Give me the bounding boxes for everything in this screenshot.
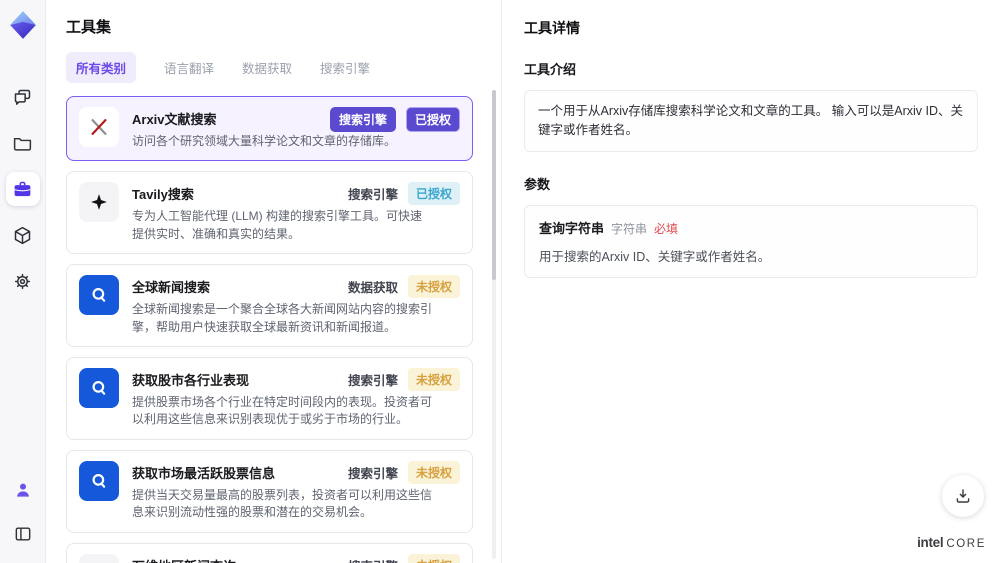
cube-icon: [14, 226, 31, 244]
param-type: 字符串: [611, 221, 648, 236]
list-scrollbar: [492, 90, 496, 559]
tab-translation[interactable]: 语言翻译: [164, 58, 214, 77]
unauthorized-badge: 未授权: [407, 367, 460, 391]
param-name: 查询字符串: [539, 220, 605, 236]
sidebar: [0, 0, 46, 563]
params-heading: 参数: [524, 176, 551, 192]
tavily-star-icon: [79, 182, 119, 223]
intel-core-logo: intel core: [917, 535, 986, 550]
unauthorized-badge: 未授权: [407, 553, 460, 563]
tab-all-categories[interactable]: 所有类别: [66, 52, 137, 83]
download-icon: [956, 489, 970, 503]
search-q-logo-icon: [79, 367, 119, 408]
panel-icon: [15, 527, 30, 541]
user-icon: [16, 483, 29, 497]
scrollbar-thumb[interactable]: [492, 90, 496, 280]
param-required-flag: 必填: [654, 221, 679, 236]
tool-card-sector-performance[interactable]: 获取股市各行业表现 提供股票市场各个行业在特定时间段内的表现。投资者可以利用这些…: [66, 356, 473, 440]
sidebar-item-profile[interactable]: [6, 473, 40, 507]
briefcase-icon: [14, 181, 31, 196]
sidebar-item-settings[interactable]: [6, 264, 40, 298]
authorized-badge: 已授权: [407, 182, 460, 206]
sidebar-item-chat[interactable]: [6, 80, 40, 114]
intro-heading: 工具介绍: [524, 62, 577, 77]
tool-description: 提供当天交易量最高的股票列表，投资者可以利用这些信息来识别流动性强的股票和潜在的…: [132, 487, 433, 520]
tool-description: 提供股票市场各个行业在特定时间段内的表现。投资者可以利用这些信息来识别表现优于或…: [132, 394, 433, 427]
tool-description: 专为人工智能代理 (LLM) 构建的搜索引擎工具。可快速提供实时、准确和真实的结…: [132, 209, 423, 241]
category-label: 搜索引擎: [347, 188, 398, 203]
param-description: 用于搜索的Arxiv ID、关键字或作者姓名。: [539, 249, 771, 264]
tool-card-active-stocks[interactable]: 获取市场最活跃股票信息 提供当天交易量最高的股票列表，投资者可以利用这些信息来识…: [66, 449, 473, 533]
parameter-item: 查询字符串 字符串 必填 用于搜索的Arxiv ID、关键字或作者姓名。: [524, 204, 978, 278]
category-label: 搜索引擎: [347, 466, 398, 481]
search-q-logo-icon: [79, 275, 119, 316]
sidebar-item-tools[interactable]: [5, 172, 40, 206]
search-q-logo-icon: [79, 460, 119, 501]
category-label: 搜索引擎: [348, 556, 398, 563]
tool-card-list: Arxiv文献搜索 访问各个研究领域大量科学论文和文章的存储库。 搜索引擎 已授…: [66, 96, 483, 563]
category-tabs: 所有类别 语言翻译 数据获取 搜索引擎: [66, 52, 483, 83]
arxiv-logo-icon: [79, 107, 119, 147]
category-label: 数据获取: [347, 281, 398, 296]
newspaper-icon: [79, 553, 119, 563]
category-badge: 搜索引擎: [329, 107, 396, 132]
tool-intro-text: 一个用于从Arxiv存储库搜索科学论文和文章的工具。 输入可以是Arxiv ID…: [524, 90, 978, 152]
tab-data-fetch[interactable]: 数据获取: [242, 58, 292, 77]
tool-description: 访问各个研究领域大量科学论文和文章的存储库。: [132, 134, 397, 148]
sidebar-item-collapse[interactable]: [6, 517, 40, 551]
core-wordmark: core: [946, 538, 986, 550]
detail-title: 工具详情: [524, 20, 580, 36]
gear-icon: [14, 273, 31, 289]
tab-search-engine[interactable]: 搜索引擎: [320, 58, 370, 77]
app-logo-icon: [9, 11, 36, 39]
sidebar-item-packages[interactable]: [6, 218, 40, 252]
chat-icon: [14, 89, 31, 105]
unauthorized-badge: 未授权: [407, 460, 460, 484]
folder-icon: [13, 137, 32, 151]
tool-card-arxiv[interactable]: Arxiv文献搜索 访问各个研究领域大量科学论文和文章的存储库。 搜索引擎 已授…: [66, 96, 473, 162]
app-window: 工具集 所有类别 语言翻译 数据获取 搜索引擎 Arxiv文献搜索 访问各个研究…: [0, 0, 1000, 563]
tool-list-pane: 工具集 所有类别 语言翻译 数据获取 搜索引擎 Arxiv文献搜索 访问各个研究…: [46, 0, 502, 563]
download-button[interactable]: [942, 475, 984, 517]
category-label: 搜索引擎: [347, 373, 398, 388]
sidebar-item-files[interactable]: [6, 126, 40, 160]
tool-description: 全球新闻搜索是一个聚合全球各大新闻网站内容的搜索引擎，帮助用户快速获取全球最新资…: [132, 302, 433, 334]
unauthorized-badge: 未授权: [407, 275, 460, 299]
authorized-badge: 已授权: [405, 107, 460, 132]
page-title: 工具集: [66, 19, 112, 36]
tool-detail-pane: 工具详情 工具介绍 一个用于从Arxiv存储库搜索科学论文和文章的工具。 输入可…: [502, 0, 1000, 563]
tool-card-tavily[interactable]: Tavily搜索 专为人工智能代理 (LLM) 构建的搜索引擎工具。可快速提供实…: [66, 171, 473, 255]
tool-card-regional-news[interactable]: 万维地区新闻查询 查询具体行政区划内的新闻，快速了解各地新闻动 搜索引擎 未授权: [66, 542, 473, 563]
tool-card-global-news[interactable]: 全球新闻搜索 全球新闻搜索是一个聚合全球各大新闻网站内容的搜索引擎，帮助用户快速…: [66, 264, 473, 347]
intel-wordmark: intel: [917, 535, 944, 550]
